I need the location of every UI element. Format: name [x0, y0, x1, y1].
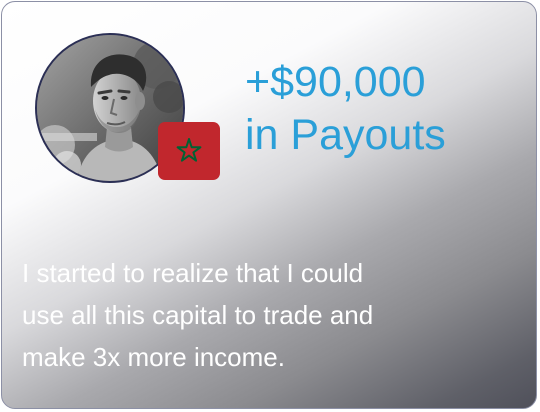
payout-stat: +$90,000 in Payouts: [245, 56, 525, 162]
avatar-group: [35, 33, 220, 183]
morocco-flag-icon: [158, 122, 220, 180]
flag-star-icon: [176, 138, 202, 162]
payout-amount: +$90,000: [245, 58, 426, 106]
payout-label: in Payouts: [245, 111, 446, 159]
testimonial-quote: I started to realize that I could use al…: [22, 258, 374, 372]
testimonial-card: +$90,000 in Payouts I started to realize…: [1, 1, 537, 409]
